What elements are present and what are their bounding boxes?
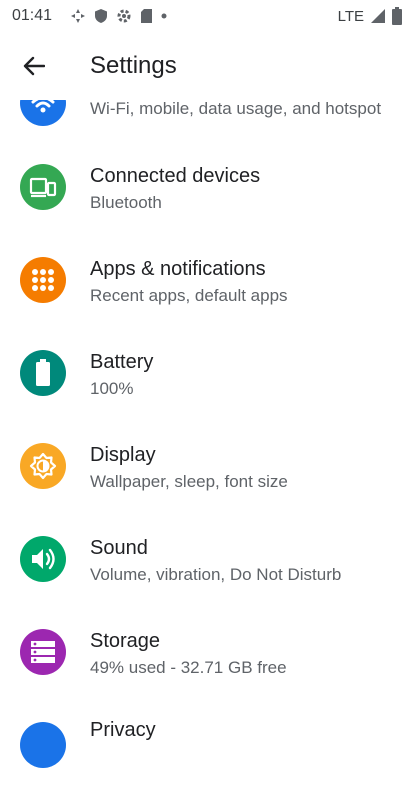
- settings-item-subtitle: Wallpaper, sleep, font size: [90, 472, 288, 491]
- settings-item-subtitle: Wi-Fi, mobile, data usage, and hotspot: [90, 99, 382, 118]
- storage-icon: [20, 629, 66, 675]
- settings-item-storage[interactable]: Storage 49% used - 32.71 GB free: [0, 612, 412, 692]
- display-icon: [20, 443, 66, 489]
- settings-item-title: Battery: [90, 351, 154, 373]
- settings-item-title: Sound: [90, 537, 148, 559]
- settings-item-subtitle: Recent apps, default apps: [90, 286, 288, 305]
- sound-icon: [20, 536, 66, 582]
- settings-item-title: Display: [90, 444, 156, 466]
- back-arrow-icon: [23, 56, 45, 76]
- devices-icon: [20, 164, 66, 210]
- settings-item-battery[interactable]: Battery 100%: [0, 333, 412, 413]
- settings-item-subtitle: 49% used - 32.71 GB free: [90, 658, 287, 677]
- settings-item-title: Privacy: [90, 719, 156, 741]
- privacy-icon: [20, 722, 66, 768]
- settings-item-subtitle: Volume, vibration, Do Not Disturb: [90, 565, 342, 584]
- settings-item-subtitle: Bluetooth: [90, 193, 162, 212]
- app-bar: Settings: [0, 32, 412, 100]
- settings-item-title: Connected devices: [90, 165, 261, 187]
- settings-item-display[interactable]: Display Wallpaper, sleep, font size: [0, 426, 412, 506]
- settings-item-title: Apps & notifications: [90, 258, 266, 280]
- settings-item-privacy[interactable]: Privacy: [0, 705, 412, 785]
- back-button[interactable]: [16, 50, 52, 82]
- settings-item-connected-devices[interactable]: Connected devices Bluetooth: [0, 147, 412, 227]
- battery-icon: [20, 350, 66, 396]
- settings-item-sound[interactable]: Sound Volume, vibration, Do Not Disturb: [0, 519, 412, 599]
- settings-list: Wi-Fi, mobile, data usage, and hotspot C…: [0, 0, 412, 768]
- page-title: Settings: [90, 52, 177, 79]
- settings-item-subtitle: 100%: [90, 379, 134, 398]
- settings-item-apps[interactable]: Apps & notifications Recent apps, defaul…: [0, 240, 412, 320]
- settings-item-title: Storage: [90, 630, 161, 652]
- apps-icon: [20, 257, 66, 303]
